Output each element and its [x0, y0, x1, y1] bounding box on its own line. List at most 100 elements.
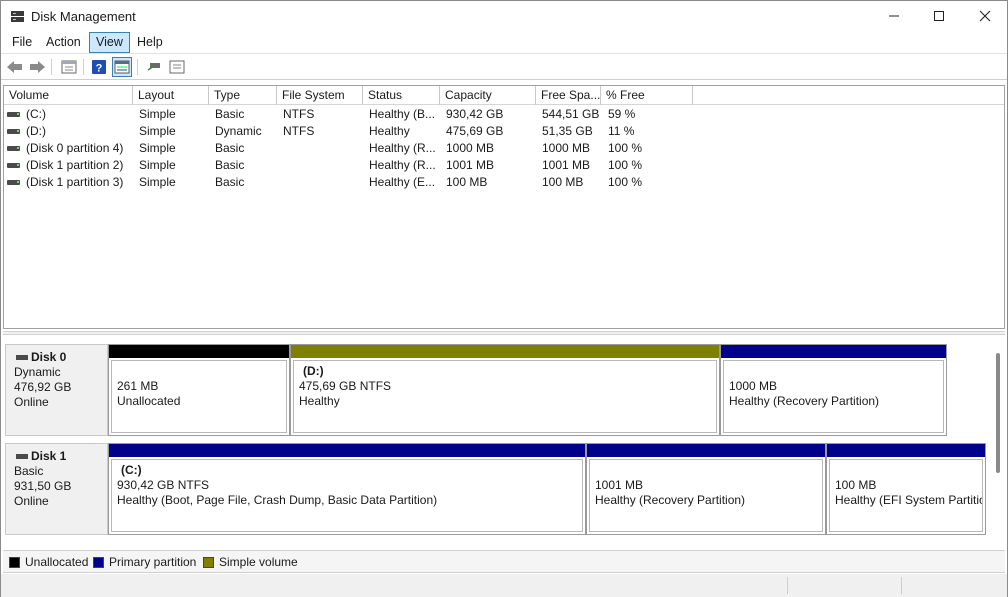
table-row[interactable]: (Disk 1 partition 2) Simple Basic Healthy (…: [4, 157, 1004, 174]
disk-0-partition-d[interactable]: (D:) 475,69 GB NTFS Healthy: [290, 344, 720, 436]
partition-color-bar: [291, 345, 719, 358]
partition-color-bar: [109, 444, 585, 457]
column-header-layout[interactable]: Layout: [133, 86, 209, 105]
partition-size: 1000 MB: [729, 379, 778, 393]
disk-1-partition-efi[interactable]: 100 MB Healthy (EFI System Partitio: [826, 443, 986, 535]
partition-status: Healthy: [299, 394, 340, 408]
partition-body: (D:) 475,69 GB NTFS Healthy: [293, 360, 717, 433]
minimize-icon: [889, 15, 899, 17]
menu-view[interactable]: View: [89, 32, 130, 53]
column-header-free-space[interactable]: Free Spa...: [536, 86, 601, 105]
cell-layout: Simple: [139, 107, 176, 121]
disk-row-disk-0[interactable]: Disk 0 Dynamic 476,92 GB Online 261 MB U…: [3, 344, 988, 436]
disk-icon: [16, 454, 28, 459]
partition-status: Unallocated: [117, 394, 181, 408]
view-icon: [114, 60, 130, 74]
disk-1-partition-recovery[interactable]: 1001 MB Healthy (Recovery Partition): [586, 443, 826, 535]
maximize-icon: [934, 11, 944, 21]
disk-row-disk-1[interactable]: Disk 1 Basic 931,50 GB Online (C:) 930,4…: [3, 443, 988, 535]
menu-help[interactable]: Help: [131, 32, 169, 53]
cell-status: Healthy (B...: [369, 107, 436, 121]
cell-free-space: 544,51 GB: [542, 107, 600, 121]
column-header-type[interactable]: Type: [209, 86, 277, 105]
table-row[interactable]: (C:) Simple Basic NTFS Healthy (B... 930,42 G…: [4, 106, 1004, 123]
cell-file-system: NTFS: [283, 107, 315, 121]
cell-status: Healthy: [369, 124, 410, 138]
disk-graphical-view: Disk 0 Dynamic 476,92 GB Online 261 MB U…: [3, 337, 1005, 547]
properties-button[interactable]: [59, 57, 79, 77]
table-row[interactable]: (Disk 0 partition 4) Simple Basic Healthy (…: [4, 140, 1004, 157]
menu-file[interactable]: File: [6, 32, 38, 53]
forward-button[interactable]: [27, 57, 47, 77]
view-splitter[interactable]: [3, 331, 1005, 335]
close-button[interactable]: [962, 1, 1008, 31]
menu-action[interactable]: Action: [40, 32, 87, 53]
partition-body: 100 MB Healthy (EFI System Partitio: [829, 459, 983, 532]
legend-label: Primary partition: [109, 555, 197, 569]
console-icon: [169, 60, 185, 74]
toolbar-separator: [137, 59, 138, 75]
cell-free-space: 51,35 GB: [542, 124, 593, 138]
minimize-button[interactable]: [871, 1, 917, 31]
volume-drive-icon: [7, 129, 20, 134]
column-header-file-system[interactable]: File System: [277, 86, 363, 105]
menu-bar: File Action View Help: [1, 31, 1007, 54]
cell-volume: (D:): [26, 124, 46, 138]
status-separator: [901, 577, 902, 594]
cell-percent-free: 11 %: [608, 124, 635, 138]
column-header-capacity[interactable]: Capacity: [440, 86, 536, 105]
disk-0-type: Dynamic: [14, 365, 61, 379]
forward-arrow-icon: [30, 61, 45, 73]
partition-color-bar: [587, 444, 825, 457]
partition-status: Healthy (Recovery Partition): [729, 394, 880, 408]
volume-drive-icon: [7, 163, 20, 168]
cell-type: Basic: [215, 158, 245, 172]
partition-color-bar: [721, 345, 946, 358]
table-row[interactable]: (D:) Simple Dynamic NTFS Healthy 475,69 GB 51,…: [4, 123, 1004, 140]
partition-size: 1001 MB: [595, 478, 644, 492]
disk-1-partition-c[interactable]: (C:) 930,42 GB NTFS Healthy (Boot, Page …: [108, 443, 586, 535]
connect-button[interactable]: [144, 57, 164, 77]
close-icon: [979, 10, 991, 22]
status-separator: [787, 577, 788, 594]
disk-1-title: Disk 1: [14, 449, 107, 464]
disk-0-label[interactable]: Disk 0 Dynamic 476,92 GB Online: [5, 344, 108, 436]
cell-capacity: 930,42 GB: [446, 107, 504, 121]
cell-percent-free: 59 %: [608, 107, 636, 121]
volume-list[interactable]: Volume Layout Type File System Status Ca…: [3, 85, 1005, 329]
cell-file-system: NTFS: [283, 124, 315, 138]
disk-management-window: Disk Management File Action View Help ?: [0, 0, 1008, 597]
graphical-view-scrollbar[interactable]: [996, 353, 1000, 473]
disk-1-size: 931,50 GB: [14, 479, 72, 493]
view-button[interactable]: [112, 57, 132, 77]
column-header-volume[interactable]: Volume: [4, 86, 133, 105]
maximize-button[interactable]: [916, 1, 962, 31]
cell-percent-free: 100 %: [608, 175, 643, 189]
disk-0-title: Disk 0: [14, 350, 107, 365]
disk-1-state: Online: [14, 494, 49, 508]
cell-volume: (C:): [26, 107, 46, 121]
cell-free-space: 1000 MB: [542, 141, 591, 155]
disk-1-label[interactable]: Disk 1 Basic 931,50 GB Online: [5, 443, 108, 535]
partition-status: Healthy (Boot, Page File, Crash Dump, Ba…: [117, 493, 438, 507]
disk-0-partition-recovery[interactable]: 1000 MB Healthy (Recovery Partition): [720, 344, 947, 436]
status-bar: [1, 574, 1007, 597]
partition-status: Healthy (Recovery Partition): [595, 493, 746, 507]
svg-text:?: ?: [96, 63, 103, 75]
disk-0-state: Online: [14, 395, 49, 409]
help-icon: ?: [92, 60, 106, 75]
toolbar-separator: [51, 59, 52, 75]
table-row[interactable]: (Disk 1 partition 3) Simple Basic Healthy (…: [4, 174, 1004, 191]
disk-1-name: Disk 1: [31, 449, 67, 463]
partition-size: 100 MB: [835, 478, 877, 492]
volume-drive-icon: [7, 112, 20, 117]
column-header-percent-free[interactable]: % Free: [601, 86, 693, 105]
column-header-status[interactable]: Status: [363, 86, 440, 105]
cell-layout: Simple: [139, 175, 176, 189]
help-button[interactable]: ?: [89, 57, 109, 77]
disk-0-partition-unallocated[interactable]: 261 MB Unallocated: [108, 344, 290, 436]
partition-body: 1000 MB Healthy (Recovery Partition): [723, 360, 944, 433]
partition-size: 930,42 GB NTFS: [117, 478, 210, 492]
back-button[interactable]: [5, 57, 25, 77]
console-button[interactable]: [167, 57, 187, 77]
